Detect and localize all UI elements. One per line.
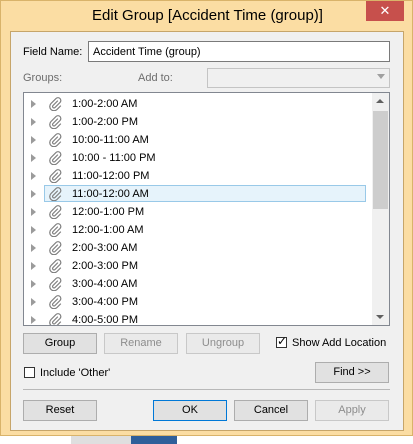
checkmark-icon: ✓ bbox=[277, 334, 288, 348]
list-item[interactable]: 12:00-1:00 PM bbox=[24, 203, 369, 221]
scroll-thumb[interactable] bbox=[373, 111, 388, 209]
list-item[interactable]: 11:00-12:00 AM bbox=[24, 185, 369, 203]
list-item-label: 10:00-11:00 AM bbox=[72, 134, 149, 146]
paperclip-icon bbox=[48, 313, 62, 325]
dialog-window: Edit Group [Accident Time (group)] ✕ Fie… bbox=[0, 0, 413, 436]
list-item-label: 3:00-4:00 AM bbox=[72, 278, 138, 290]
expand-arrow-icon[interactable] bbox=[31, 136, 36, 144]
list-item[interactable]: 1:00-2:00 PM bbox=[24, 113, 369, 131]
include-other-checkbox[interactable] bbox=[24, 367, 35, 378]
list-item[interactable]: 3:00-4:00 PM bbox=[24, 293, 369, 311]
expand-arrow-icon[interactable] bbox=[31, 190, 36, 198]
list-item-label: 4:00-5:00 PM bbox=[72, 314, 139, 326]
expand-arrow-icon[interactable] bbox=[31, 244, 36, 252]
paperclip-icon bbox=[48, 133, 62, 148]
paperclip-icon bbox=[48, 277, 62, 292]
paperclip-icon bbox=[48, 169, 62, 184]
list-scrollbar[interactable] bbox=[372, 93, 389, 325]
find-button[interactable]: Find >> bbox=[315, 362, 389, 383]
groups-label: Groups: bbox=[23, 72, 63, 84]
reset-button[interactable]: Reset bbox=[23, 400, 97, 421]
chevron-down-icon bbox=[377, 74, 385, 79]
expand-arrow-icon[interactable] bbox=[31, 262, 36, 270]
ungroup-button[interactable]: Ungroup bbox=[186, 333, 260, 354]
list-item-label: 3:00-4:00 PM bbox=[72, 296, 139, 308]
list-item[interactable]: 3:00-4:00 AM bbox=[24, 275, 369, 293]
paperclip-icon bbox=[48, 205, 62, 220]
list-item-label: 2:00-3:00 PM bbox=[72, 260, 139, 272]
close-icon: ✕ bbox=[379, 3, 391, 18]
paperclip-icon bbox=[48, 97, 62, 112]
separator bbox=[23, 389, 390, 390]
arrow-up-icon bbox=[376, 99, 384, 103]
taskbar-strip bbox=[0, 436, 413, 444]
list-item[interactable]: 4:00-5:00 PM bbox=[24, 311, 369, 326]
dialog-title: Edit Group [Accident Time (group)] bbox=[92, 7, 323, 24]
group-button[interactable]: Group bbox=[23, 333, 97, 354]
list-item-label: 11:00-12:00 PM bbox=[72, 170, 150, 182]
list-item-label: 12:00-1:00 AM bbox=[72, 224, 144, 236]
list-item-label: 2:00-3:00 AM bbox=[72, 242, 138, 254]
expand-arrow-icon[interactable] bbox=[31, 280, 36, 288]
list-item[interactable]: 10:00 - 11:00 PM bbox=[24, 149, 369, 167]
ok-button[interactable]: OK bbox=[153, 400, 227, 421]
paperclip-icon bbox=[48, 259, 62, 274]
list-item[interactable]: 11:00-12:00 PM bbox=[24, 167, 369, 185]
paperclip-icon bbox=[48, 187, 62, 202]
dialog-body: Field Name: Groups: Add to: 1:00-2:00 AM… bbox=[10, 31, 404, 431]
list-item-label: 12:00-1:00 PM bbox=[72, 206, 145, 218]
scroll-down-button[interactable] bbox=[372, 308, 389, 325]
field-name-label: Field Name: bbox=[23, 46, 83, 58]
apply-button[interactable]: Apply bbox=[315, 400, 389, 421]
arrow-down-icon bbox=[376, 315, 384, 319]
rename-button[interactable]: Rename bbox=[104, 333, 178, 354]
expand-arrow-icon[interactable] bbox=[31, 100, 36, 108]
paperclip-icon bbox=[48, 115, 62, 130]
taskbar-active-segment bbox=[131, 436, 177, 444]
list-item-label: 1:00-2:00 AM bbox=[72, 98, 138, 110]
groups-list[interactable]: 1:00-2:00 AM 1:00-2:00 PM 10:00-11:00 AM 10… bbox=[23, 92, 390, 326]
show-add-location-checkbox[interactable]: ✓ bbox=[276, 334, 288, 348]
list-item[interactable]: 12:00-1:00 AM bbox=[24, 221, 369, 239]
expand-arrow-icon[interactable] bbox=[31, 118, 36, 126]
expand-arrow-icon[interactable] bbox=[31, 208, 36, 216]
taskbar-segment bbox=[71, 436, 131, 444]
list-item[interactable]: 10:00-11:00 AM bbox=[24, 131, 369, 149]
paperclip-icon bbox=[48, 151, 62, 166]
add-to-label: Add to: bbox=[138, 72, 173, 84]
add-to-dropdown[interactable] bbox=[207, 68, 390, 88]
list-item[interactable]: 2:00-3:00 PM bbox=[24, 257, 369, 275]
field-name-input[interactable] bbox=[88, 41, 390, 62]
list-item-label: 11:00-12:00 AM bbox=[72, 188, 149, 200]
scroll-up-button[interactable] bbox=[372, 93, 389, 110]
expand-arrow-icon[interactable] bbox=[31, 154, 36, 162]
expand-arrow-icon[interactable] bbox=[31, 172, 36, 180]
show-add-location-label: Show Add Location bbox=[292, 337, 387, 349]
list-item-label: 10:00 - 11:00 PM bbox=[72, 152, 156, 164]
cancel-button[interactable]: Cancel bbox=[234, 400, 308, 421]
paperclip-icon bbox=[48, 295, 62, 310]
expand-arrow-icon[interactable] bbox=[31, 226, 36, 234]
close-button[interactable]: ✕ bbox=[366, 1, 404, 21]
expand-arrow-icon[interactable] bbox=[31, 298, 36, 306]
list-item[interactable]: 2:00-3:00 AM bbox=[24, 239, 369, 257]
paperclip-icon bbox=[48, 223, 62, 238]
paperclip-icon bbox=[48, 241, 62, 256]
list-item-label: 1:00-2:00 PM bbox=[72, 116, 139, 128]
include-other-label: Include 'Other' bbox=[40, 367, 111, 379]
list-item[interactable]: 1:00-2:00 AM bbox=[24, 95, 369, 113]
expand-arrow-icon[interactable] bbox=[31, 316, 36, 324]
